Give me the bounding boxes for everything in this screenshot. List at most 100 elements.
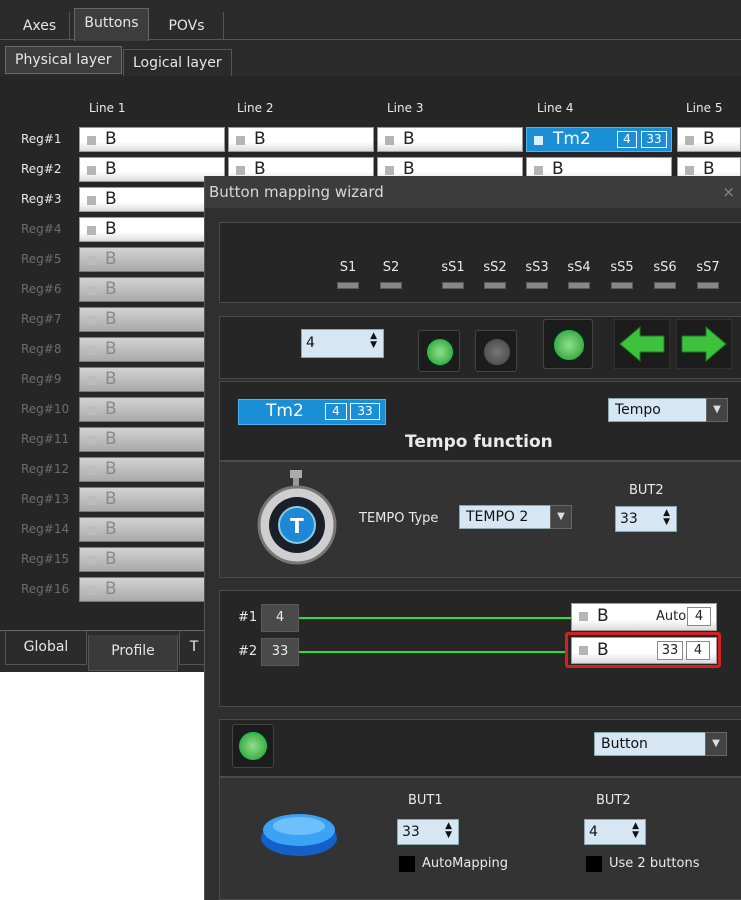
function-dropdown-value: Tempo	[615, 402, 661, 418]
column-header-line-2: Line 2	[237, 101, 274, 115]
switch-led	[697, 282, 719, 289]
spinner-arrows-icon[interactable]: ▲ ▼	[370, 332, 377, 350]
mapping-1-value: 4	[261, 604, 299, 632]
cell-square	[87, 346, 96, 355]
cell-label: B	[105, 249, 117, 269]
cell-square	[87, 196, 96, 205]
copy-button[interactable]	[475, 330, 517, 372]
svg-text:T: T	[290, 514, 304, 538]
mapping-1-button[interactable]: B Auto 4	[571, 603, 717, 631]
function-dropdown[interactable]: Tempo ▼	[608, 398, 728, 422]
automapping-checkbox[interactable]	[398, 855, 416, 873]
column-header-line-1: Line 1	[89, 101, 126, 115]
button-mapping-wizard: Button mapping wizard × S1 S2 sS1 sS2 sS3 sS4…	[204, 176, 741, 900]
button-cell[interactable]: B	[228, 127, 374, 152]
tempo-type-dropdown[interactable]: TEMPO 2 ▼	[459, 505, 572, 529]
mapping-1-tag: Auto	[656, 609, 687, 624]
switch-label: sS5	[610, 260, 634, 275]
button-cell[interactable]: B	[677, 127, 741, 152]
cell-square	[236, 166, 245, 175]
automapping-label: AutoMapping	[422, 856, 508, 871]
row-label-reg-1: Reg#1	[21, 132, 62, 146]
switch-led	[654, 282, 676, 289]
tab-physical-layer[interactable]: Physical layer	[5, 46, 122, 74]
row-label-reg-7: Reg#7	[21, 312, 62, 326]
switch-led	[484, 282, 506, 289]
mapping-2-button[interactable]: B 33 4	[571, 637, 717, 664]
tab-logical-layer[interactable]: Logical layer	[123, 49, 232, 77]
row-label-reg-13: Reg#13	[21, 492, 70, 506]
switch-label: sS6	[653, 260, 677, 275]
reset-button[interactable]	[232, 724, 274, 768]
spinner-arrows-icon[interactable]: ▲ ▼	[632, 822, 639, 840]
row-label-reg-12: Reg#12	[21, 462, 70, 476]
column-header-line-5: Line 5	[686, 101, 723, 115]
row-label-reg-10: Reg#10	[21, 402, 70, 416]
switch-label: sS2	[483, 260, 507, 275]
button-cell[interactable]: Tm2 4 33	[526, 127, 672, 152]
tab-global[interactable]: Global	[5, 631, 87, 665]
register-spinner-value: 4	[306, 335, 315, 351]
tab-buttons[interactable]: Buttons	[74, 8, 149, 41]
tempo-type-label: TEMPO Type	[359, 511, 439, 526]
mapping-2-box1: 33	[657, 641, 683, 660]
cell-square	[87, 406, 96, 415]
use-2-buttons-checkbox[interactable]	[585, 855, 603, 873]
mapping-1-label: #1	[238, 610, 258, 625]
switch-label: S1	[339, 260, 357, 275]
tab-profile[interactable]: Profile	[88, 635, 178, 671]
function-button[interactable]: Tm2 4 33	[238, 399, 386, 425]
row-label-reg-15: Reg#15	[21, 552, 70, 566]
bottom-but1-spinner[interactable]: 33 ▲ ▼	[397, 819, 459, 845]
switch-label: sS7	[696, 260, 720, 275]
cell-square	[534, 136, 543, 145]
close-icon[interactable]: ×	[722, 176, 735, 208]
register-spinner[interactable]: 4 ▲ ▼	[301, 329, 384, 358]
switch-led	[442, 282, 464, 289]
switch-label: S2	[382, 260, 400, 275]
cell-square	[385, 136, 394, 145]
sub-tab-bar: Physical layer Logical layer	[0, 40, 741, 77]
mapping-2-line	[299, 651, 567, 653]
cell-box1: 4	[617, 131, 637, 148]
cell-label: B	[105, 459, 117, 479]
cell-label: B	[105, 519, 117, 539]
spinner-arrows-icon[interactable]: ▲ ▼	[445, 822, 452, 840]
tab-povs[interactable]: POVs	[150, 12, 224, 40]
cell-square	[685, 166, 694, 175]
cell-label: B	[105, 429, 117, 449]
cell-square	[87, 526, 96, 535]
cell-label: B	[703, 129, 715, 149]
mapping-2-box2: 4	[686, 641, 710, 660]
button-cell[interactable]: B	[79, 127, 225, 152]
refresh-icon	[239, 732, 267, 760]
row-label-reg-5: Reg#5	[21, 252, 62, 266]
prev-arrow-icon[interactable]	[614, 319, 670, 369]
spinner-arrows-icon[interactable]: ▲ ▼	[663, 509, 670, 527]
button-type-dropdown[interactable]: Button ▼	[594, 732, 727, 756]
cell-label: B	[105, 219, 117, 239]
chevron-down-icon[interactable]: ▼	[706, 398, 728, 422]
cell-label: B	[254, 129, 266, 149]
chevron-down-icon[interactable]: ▼	[705, 732, 727, 756]
chevron-down-icon[interactable]: ▼	[550, 505, 572, 529]
cell-label: B	[403, 129, 415, 149]
but2-spinner[interactable]: 33 ▲ ▼	[615, 506, 677, 532]
bottom-but2-spinner[interactable]: 4 ▲ ▼	[584, 819, 646, 845]
use-2-buttons-label: Use 2 buttons	[609, 856, 700, 871]
mapping-2-button-label: B	[597, 640, 609, 660]
cell-square	[87, 316, 96, 325]
mapping-1-button-label: B	[597, 606, 609, 626]
tab-axes[interactable]: Axes	[10, 12, 70, 40]
cell-square	[87, 256, 96, 265]
paste-button[interactable]	[418, 330, 460, 372]
row-label-reg-2: Reg#2	[21, 162, 62, 176]
bottom-but1-value: 33	[402, 824, 420, 840]
row-label-reg-3: Reg#3	[21, 192, 62, 206]
push-button-icon	[261, 814, 337, 856]
button-cell[interactable]: B	[377, 127, 523, 152]
cell-label: B	[105, 399, 117, 419]
reset-button[interactable]	[543, 319, 593, 369]
cell-square	[87, 166, 96, 175]
next-arrow-icon[interactable]	[676, 319, 732, 369]
